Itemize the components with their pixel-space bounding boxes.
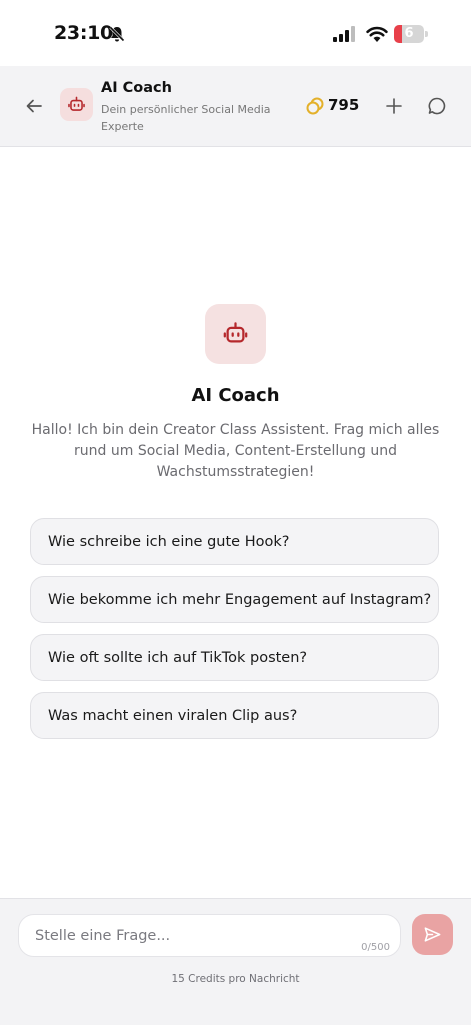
battery-cap — [425, 31, 428, 37]
suggestion-label: Wie oft sollte ich auf TikTok posten? — [48, 650, 308, 666]
status-time: 23:10 — [54, 22, 113, 44]
intro-title: AI Coach — [191, 385, 280, 406]
composer-bar: 0/500 15 Credits pro Nachricht — [0, 898, 471, 1025]
suggestion-label: Wie bekomme ich mehr Engagement auf Inst… — [48, 592, 432, 608]
header-subtitle: Dein persönlicher Social Media Experte — [101, 103, 271, 133]
battery-indicator: 6 — [394, 25, 428, 43]
credit-balance: 795 — [328, 96, 360, 114]
suggestion-label: Was macht einen viralen Clip aus? — [48, 708, 298, 724]
coach-logo-tile — [205, 304, 266, 364]
plus-icon[interactable] — [384, 96, 404, 116]
coach-avatar — [60, 88, 93, 121]
credits-note: 15 Credits pro Nachricht — [171, 973, 300, 985]
silent-bell-icon — [109, 26, 125, 42]
cellular-signal-icon — [333, 26, 355, 42]
coins-icon — [306, 97, 324, 115]
character-counter: 0/500 — [361, 942, 390, 953]
back-arrow-icon[interactable] — [22, 94, 46, 118]
suggestion-button[interactable]: Wie bekomme ich mehr Engagement auf Inst… — [30, 576, 439, 623]
robot-icon — [68, 96, 85, 111]
suggestion-button[interactable]: Wie oft sollte ich auf TikTok posten? — [30, 634, 439, 681]
status-bar: 23:10 6 — [0, 0, 471, 66]
message-input-box: 0/500 — [18, 914, 401, 957]
send-icon — [424, 927, 441, 942]
suggestion-button[interactable]: Was macht einen viralen Clip aus? — [30, 692, 439, 739]
chat-header: AI Coach Dein persönlicher Social Media … — [0, 66, 471, 147]
suggestion-button[interactable]: Wie schreibe ich eine gute Hook? — [30, 518, 439, 565]
send-button[interactable] — [412, 914, 453, 955]
suggestion-label: Wie schreibe ich eine gute Hook? — [48, 534, 290, 550]
message-input[interactable] — [35, 915, 335, 956]
battery-percentage: 6 — [404, 26, 414, 41]
chat-bubble-icon[interactable] — [427, 96, 447, 116]
intro-description: Hallo! Ich bin dein Creator Class Assist… — [31, 422, 440, 480]
wifi-icon — [366, 26, 388, 42]
header-title: AI Coach — [101, 80, 172, 96]
robot-icon — [223, 322, 248, 343]
